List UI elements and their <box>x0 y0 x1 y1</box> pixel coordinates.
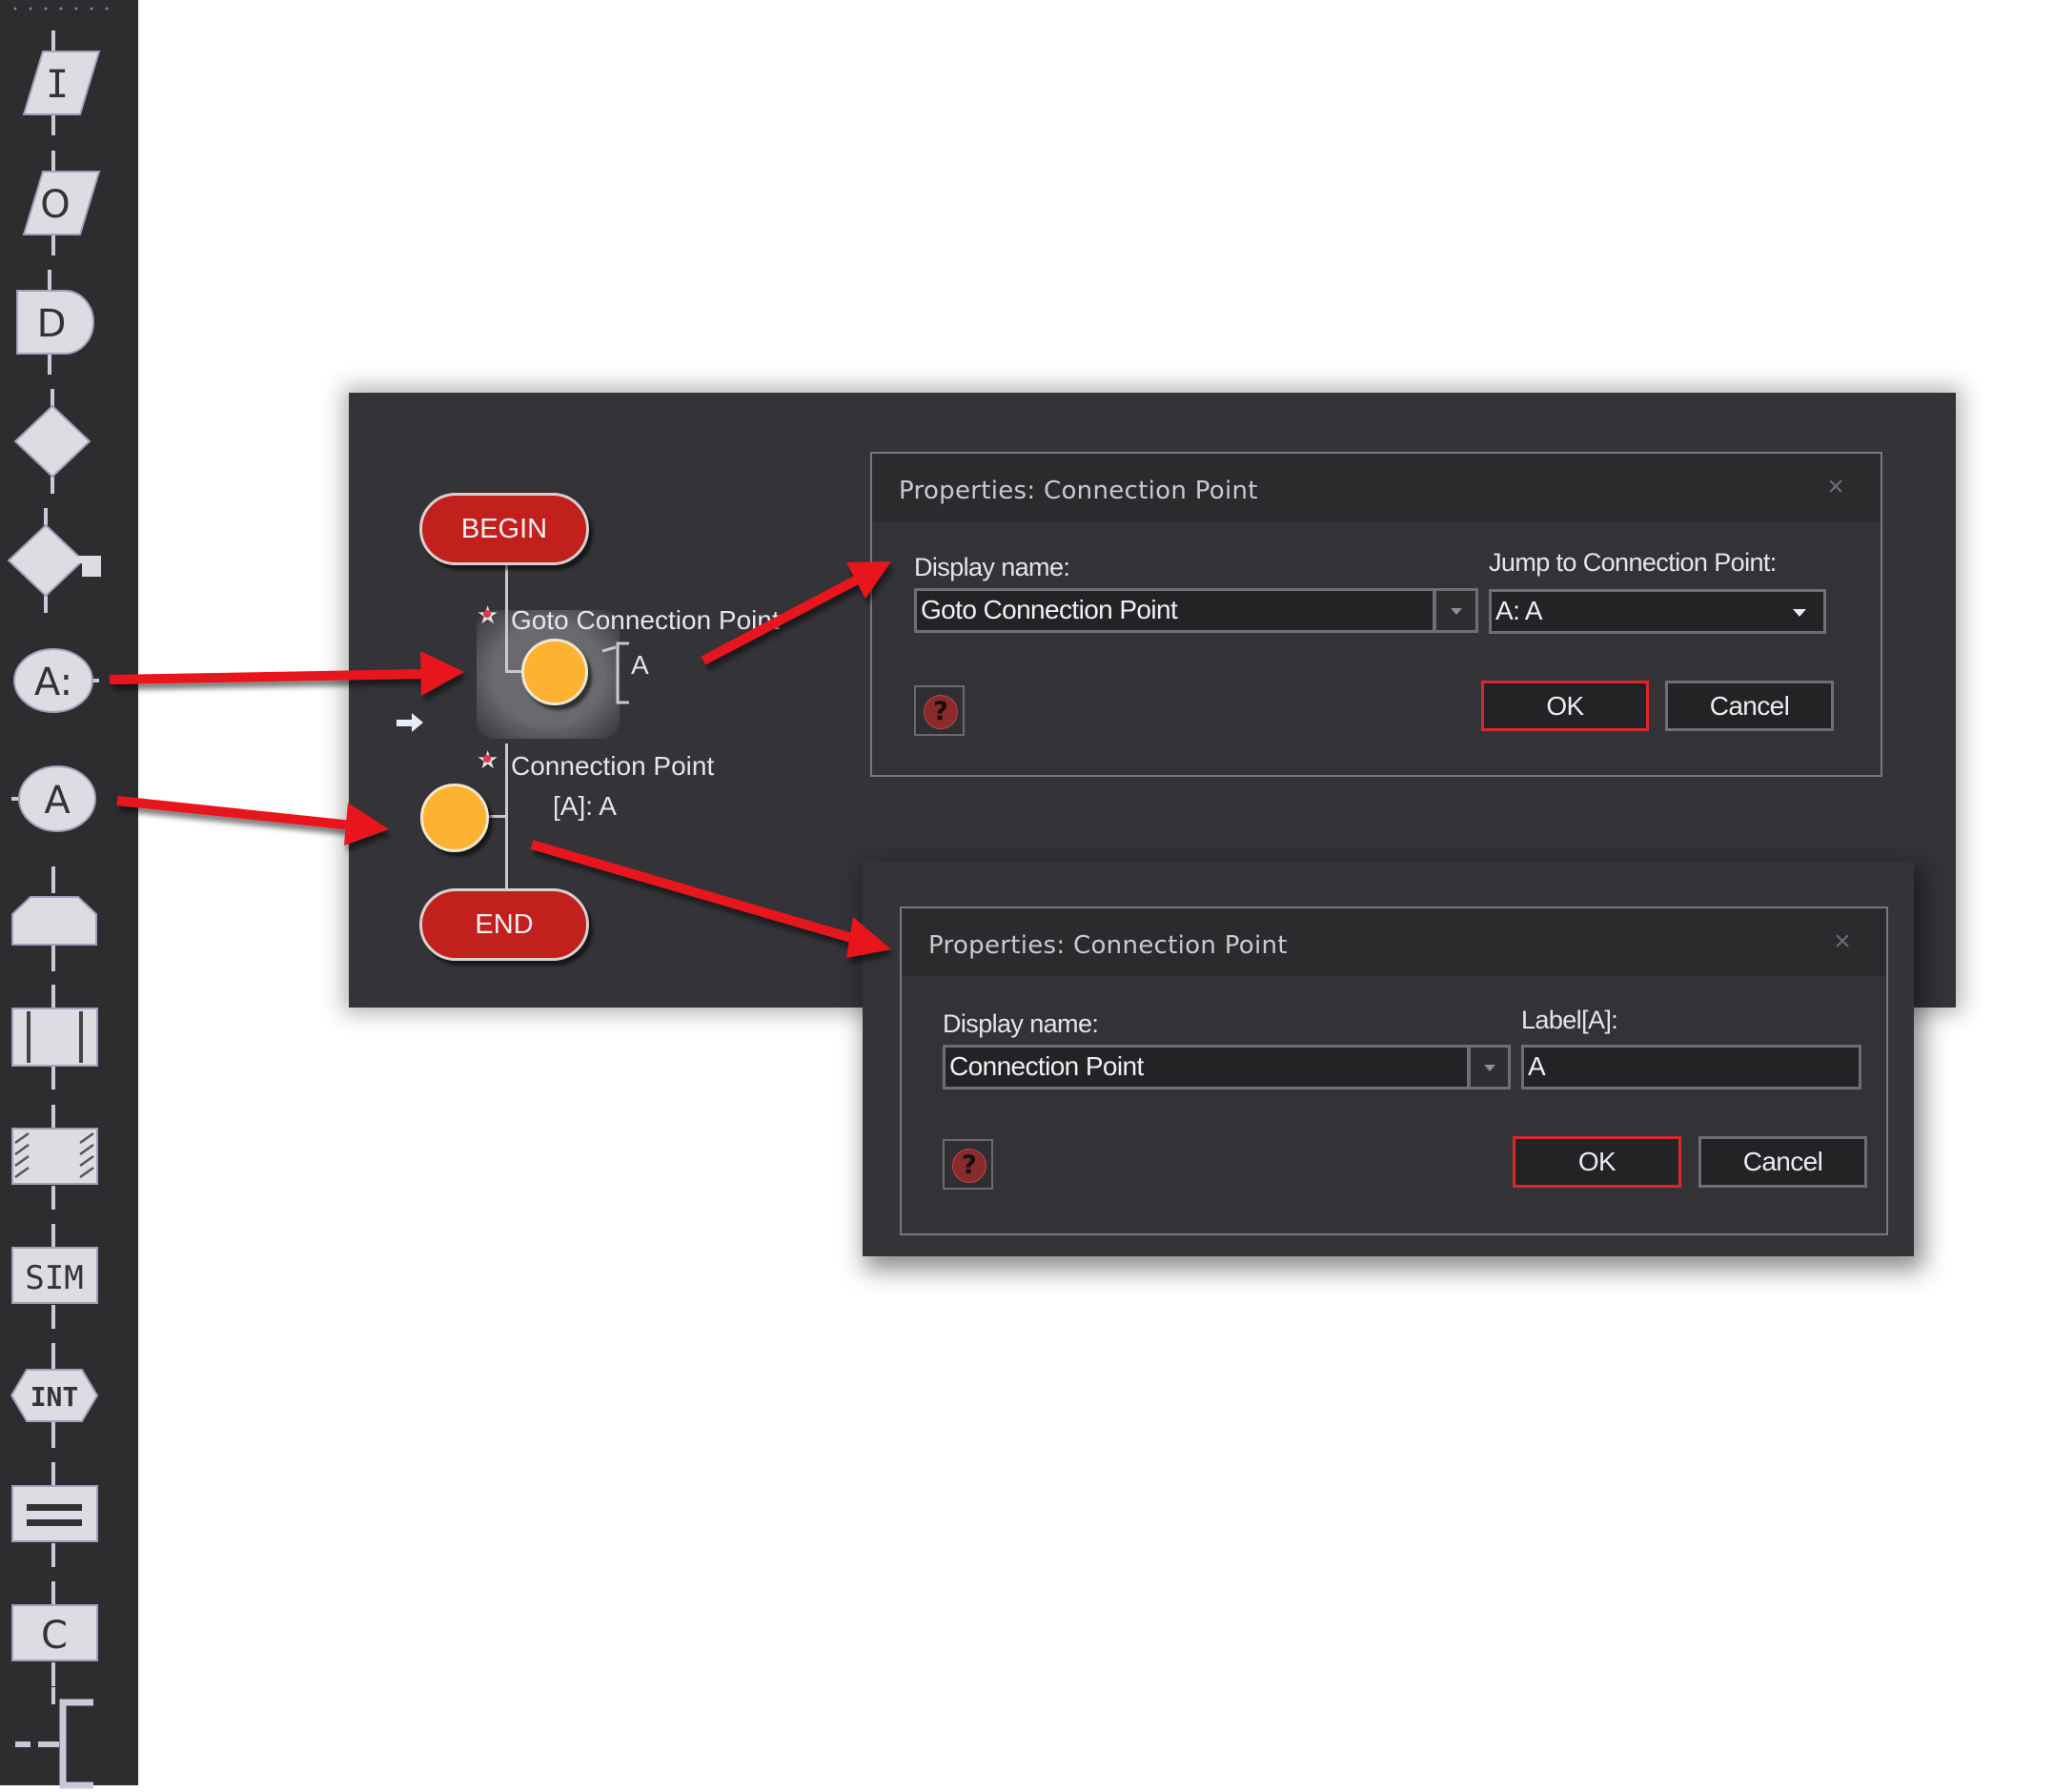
svg-text:A: A <box>44 779 71 823</box>
toolbar-item-delay[interactable]: D <box>0 270 138 375</box>
ok-button[interactable]: OK <box>1481 681 1649 731</box>
toolbar-item-predefined-process[interactable] <box>0 985 138 1089</box>
display-name-label: Display name: <box>943 1009 1099 1038</box>
toolbar-item-decision[interactable] <box>0 389 138 494</box>
end-label: END <box>475 909 534 940</box>
svg-text:I: I <box>46 63 69 107</box>
display-name-field[interactable]: Connection Point <box>943 1045 1470 1089</box>
cancel-button[interactable]: Cancel <box>1665 681 1834 731</box>
jump-to-selected-value: A: A <box>1495 596 1543 625</box>
label-field-label: Label[A]: <box>1521 1006 1618 1034</box>
decision-key-icon <box>7 508 101 613</box>
toolbar-item-loop[interactable] <box>0 866 138 971</box>
connection-point-properties-dialog: Properties: Connection Point × Display n… <box>900 906 1888 1235</box>
display-name-dropdown-button[interactable] <box>1434 588 1478 633</box>
goto-connection-node[interactable] <box>521 639 588 705</box>
flow-line <box>505 565 508 672</box>
connection-point-icon: A <box>11 765 96 832</box>
goto-properties-dialog: Properties: Connection Point × Display n… <box>870 452 1882 777</box>
star-icon: ★ <box>477 745 499 774</box>
begin-label: BEGIN <box>460 514 548 544</box>
toolbar-item-decision-key[interactable] <box>0 508 138 613</box>
goto-node-title: Goto Connection Point <box>511 605 780 635</box>
dialog-title-bar: Properties: Connection Point × <box>872 454 1881 521</box>
dialog-title: Properties: Connection Point <box>899 477 1258 505</box>
close-icon[interactable]: × <box>1828 927 1857 956</box>
svg-text:SIM: SIM <box>25 1259 83 1297</box>
svg-text:A:: A: <box>34 661 72 704</box>
toolbar-item-input[interactable]: I <box>0 31 138 135</box>
toolbar-item-output[interactable]: O <box>0 151 138 255</box>
toolbar-item-goto-connection-point[interactable]: A: <box>0 628 138 733</box>
c-code-icon: C <box>11 1581 98 1686</box>
display-name-field[interactable]: Goto Connection Point <box>914 588 1435 633</box>
help-button[interactable]: ? <box>943 1139 993 1190</box>
help-icon: ? <box>952 1149 986 1183</box>
begin-terminal[interactable]: BEGIN <box>419 493 589 565</box>
comment-bracket-icon <box>15 1687 93 1789</box>
subroutine-shape-icon <box>11 985 98 1089</box>
delay-shape-icon: D <box>16 270 94 375</box>
help-button[interactable]: ? <box>914 685 965 736</box>
svg-text:D: D <box>37 302 67 346</box>
svg-text:O: O <box>40 183 70 227</box>
connection-point-node[interactable] <box>420 784 489 852</box>
toolbar-item-connection-point[interactable]: A <box>0 746 138 851</box>
input-shape-icon: I <box>22 31 101 135</box>
display-name-label: Display name: <box>914 553 1070 581</box>
shape-toolbar: I O D A: A SIM INT C <box>0 0 138 1789</box>
connection-node-title: Connection Point <box>511 751 715 781</box>
toolbar-item-interrupt[interactable]: INT <box>0 1343 138 1448</box>
goto-node-label: A <box>631 650 649 680</box>
star-icon: ★ <box>477 601 499 629</box>
toolbar-item-c-code[interactable]: C <box>0 1581 138 1686</box>
dialog-title: Properties: Connection Point <box>928 931 1288 960</box>
svg-text:C: C <box>41 1614 68 1658</box>
label-input[interactable]: A <box>1521 1045 1861 1089</box>
close-icon[interactable]: × <box>1821 473 1850 501</box>
jump-to-connection-point-select[interactable]: A: A <box>1489 589 1826 634</box>
cancel-button[interactable]: Cancel <box>1698 1136 1867 1188</box>
flow-line <box>486 815 507 818</box>
assignment-icon <box>11 1462 98 1567</box>
end-terminal[interactable]: END <box>419 888 589 961</box>
jump-to-label: Jump to Connection Point: <box>1489 548 1777 577</box>
toolbar-item-assignment[interactable] <box>0 1462 138 1567</box>
interrupt-icon: INT <box>10 1343 99 1448</box>
toolbar-item-simulation[interactable]: SIM <box>0 1224 138 1329</box>
ok-button[interactable]: OK <box>1513 1136 1681 1188</box>
loop-shape-icon <box>11 866 97 971</box>
simulation-icon: SIM <box>11 1224 98 1329</box>
output-shape-icon: O <box>22 151 101 255</box>
toolbar-item-comment[interactable] <box>0 1687 138 1792</box>
dialog-title-bar: Properties: Connection Point × <box>902 908 1886 976</box>
entry-arrow-icon <box>397 713 423 732</box>
toolbar-item-hardware-process[interactable] <box>0 1105 138 1210</box>
connection-node-label: [A]: A <box>553 791 617 821</box>
decision-diamond-icon <box>13 389 92 494</box>
help-icon: ? <box>924 695 958 729</box>
toolbar-grip[interactable] <box>8 6 112 11</box>
svg-text:INT: INT <box>31 1381 79 1413</box>
goto-connection-point-icon: A: <box>13 648 99 713</box>
display-name-dropdown-button[interactable] <box>1468 1045 1511 1089</box>
chevron-down-icon <box>1793 609 1806 617</box>
hatched-process-icon <box>11 1105 98 1210</box>
